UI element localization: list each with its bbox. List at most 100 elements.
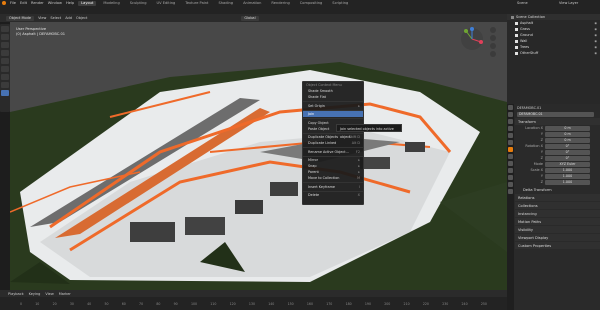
menu-window[interactable]: Window (48, 1, 62, 5)
view-layer-tab-icon[interactable] (508, 126, 513, 131)
axis-gizmo-icon[interactable] (460, 27, 484, 51)
tab-scripting[interactable]: Scripting (329, 1, 351, 6)
object-tab-icon[interactable] (508, 147, 513, 152)
tab-shading[interactable]: Shading (215, 1, 236, 6)
menu-playback[interactable]: Playback (8, 292, 24, 296)
visibility-panel[interactable]: Visibility (515, 226, 600, 233)
menu-add[interactable]: Add (65, 16, 72, 20)
menu-help[interactable]: Help (66, 1, 74, 5)
menu-file[interactable]: File (10, 1, 16, 5)
scale-x-field[interactable]: 1.000 (545, 167, 590, 173)
eye-icon[interactable]: ◉ (594, 27, 597, 31)
menu-render[interactable]: Render (31, 1, 44, 5)
menu-view[interactable]: View (38, 16, 46, 20)
menu-item-delete[interactable]: Delete X (303, 192, 363, 198)
rotate-icon[interactable] (1, 50, 9, 56)
mode-selector[interactable]: Object Mode (6, 15, 35, 21)
camera-view-icon[interactable] (490, 43, 496, 49)
tab-uv-editing[interactable]: UV Editing (154, 1, 179, 6)
rotation-y-field[interactable]: 0° (545, 149, 590, 155)
menu-keying[interactable]: Keying (29, 292, 41, 296)
location-x-field[interactable]: 0 m (545, 125, 590, 131)
eye-icon[interactable]: ◉ (594, 51, 597, 55)
zoom-icon[interactable] (490, 27, 496, 33)
menu-object[interactable]: Object (76, 16, 87, 20)
blender-logo-icon[interactable] (2, 1, 6, 5)
tab-rendering[interactable]: Rendering (268, 1, 292, 6)
particles-tab-icon[interactable] (508, 161, 513, 166)
location-z-field[interactable]: 0 m (545, 137, 590, 143)
world-tab-icon[interactable] (508, 140, 513, 145)
tab-layout[interactable]: Layout (78, 0, 97, 6)
grid-toggle-icon[interactable] (490, 51, 496, 57)
eye-icon[interactable]: ◉ (594, 45, 597, 49)
collections-panel[interactable]: Collections (515, 202, 600, 209)
custom-properties-panel[interactable]: Custom Properties (515, 242, 600, 249)
tab-texture-paint[interactable]: Texture Paint (182, 1, 211, 6)
navigation-gizmo[interactable] (460, 27, 484, 52)
outliner-item[interactable]: OtherStuff ◉ (507, 50, 600, 56)
relations-panel[interactable]: Relations (515, 194, 600, 201)
rotation-x-field[interactable]: 0° (545, 143, 590, 149)
tab-animation[interactable]: Animation (240, 1, 264, 6)
orientation-selector[interactable]: Global (241, 15, 259, 21)
viewport-display-panel[interactable]: Viewport Display (515, 234, 600, 241)
output-tab-icon[interactable] (508, 119, 513, 124)
scale-z-field[interactable]: 1.000 (545, 179, 590, 185)
eye-icon[interactable]: ◉ (594, 21, 597, 25)
delta-transform-panel[interactable]: Delta Transform (515, 186, 600, 193)
transform-icon[interactable] (1, 66, 9, 72)
add-cube-icon[interactable] (1, 90, 9, 96)
modifier-tab-icon[interactable] (508, 154, 513, 159)
menu-separator (303, 109, 363, 110)
menu-item-set-origin[interactable]: Set Origin ▸ (303, 103, 363, 109)
cursor-icon[interactable] (1, 34, 9, 40)
select-cursor-icon[interactable] (1, 26, 9, 32)
menu-item-rename[interactable]: Rename Active Object... F2 (303, 149, 363, 155)
transform-panel-header[interactable]: Transform (515, 118, 600, 125)
frame-number: 160 (306, 301, 313, 306)
tab-modeling[interactable]: Modeling (100, 1, 122, 6)
frame-number: 60 (121, 301, 126, 306)
viewport-header: Object Mode View Select Add Object Globa… (0, 14, 507, 22)
timeline-frame-scale[interactable]: 0 10 20 30 40 50 60 70 80 90 100 110 120… (0, 297, 507, 310)
menu-marker[interactable]: Marker (59, 292, 71, 296)
scale-z-row: Z 1.000 (515, 179, 600, 185)
object-name-field-row: DEFAMOBC.01 (515, 111, 600, 117)
instancing-panel[interactable]: Instancing (515, 210, 600, 217)
menu-item-shade-flat[interactable]: Shade Flat (303, 94, 363, 100)
object-name-field[interactable]: DEFAMOBC.01 (517, 111, 594, 117)
menu-edit[interactable]: Edit (20, 1, 27, 5)
menu-view[interactable]: View (45, 292, 53, 296)
scene-tab-icon[interactable] (508, 133, 513, 138)
measure-icon[interactable] (1, 82, 9, 88)
tab-compositing[interactable]: Compositing (297, 1, 326, 6)
eye-icon[interactable]: ◉ (594, 33, 597, 37)
physics-tab-icon[interactable] (508, 168, 513, 173)
constraints-tab-icon[interactable] (508, 175, 513, 180)
motion-paths-panel[interactable]: Motion Paths (515, 218, 600, 225)
menu-item-join[interactable]: Join (303, 111, 363, 117)
eye-icon[interactable]: ◉ (594, 39, 597, 43)
tab-sculpting[interactable]: Sculpting (127, 1, 150, 6)
menu-select[interactable]: Select (50, 16, 61, 20)
rotation-mode-select[interactable]: XYZ Euler (545, 161, 590, 167)
menu-item-duplicate-linked[interactable]: Duplicate Linked Alt D (303, 140, 363, 146)
rotation-z-field[interactable]: 0° (545, 155, 590, 161)
hand-pan-icon[interactable] (490, 35, 496, 41)
data-tab-icon[interactable] (508, 182, 513, 187)
scale-y-field[interactable]: 1.000 (545, 173, 590, 179)
scale-icon[interactable] (1, 58, 9, 64)
menu-item-move-to-collection[interactable]: Move to Collection M (303, 175, 363, 181)
render-tab-icon[interactable] (508, 112, 513, 117)
annotate-icon[interactable] (1, 74, 9, 80)
material-tab-icon[interactable] (508, 189, 513, 194)
tool-tab-icon[interactable] (508, 105, 513, 110)
move-icon[interactable] (1, 42, 9, 48)
location-y-field[interactable]: 0 m (545, 131, 590, 137)
3d-viewport[interactable] (10, 22, 507, 290)
view-layer-name[interactable]: View Layer (559, 1, 578, 5)
frame-number: 120 (229, 301, 236, 306)
menu-item-insert-keyframe[interactable]: Insert Keyframe I (303, 184, 363, 190)
scene-name[interactable]: Scene (517, 1, 528, 5)
